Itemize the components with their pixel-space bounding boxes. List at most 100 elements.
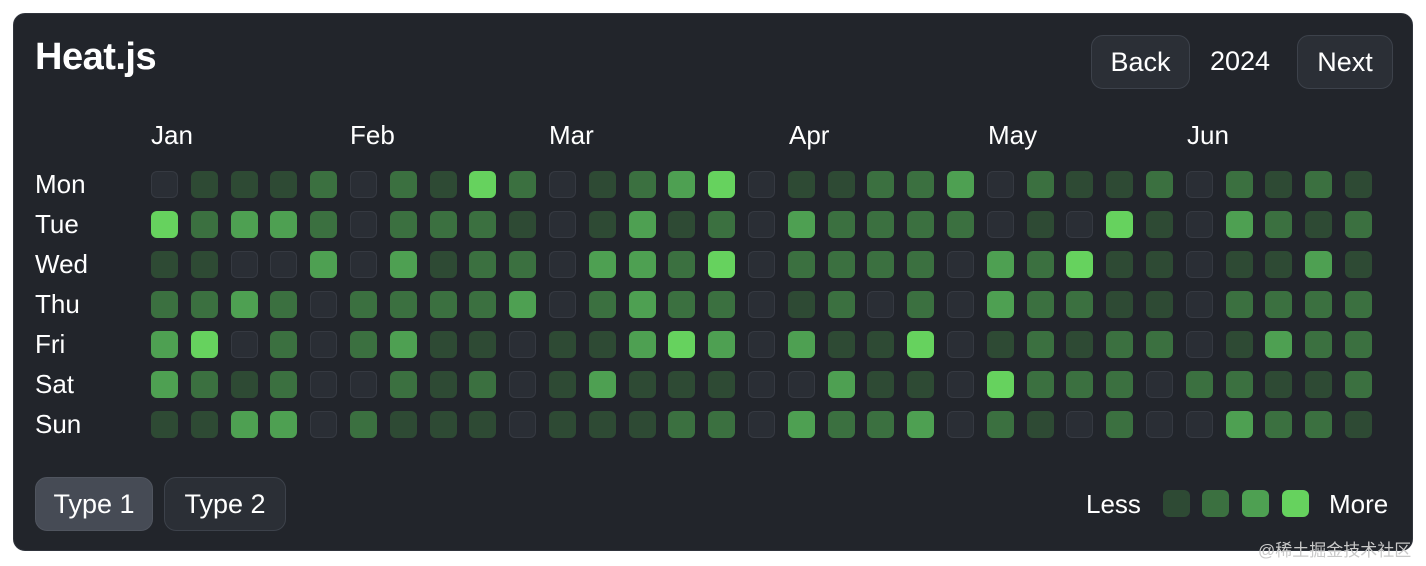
heatmap-cell[interactable] bbox=[748, 411, 775, 438]
heatmap-cell[interactable] bbox=[151, 251, 178, 278]
heatmap-cell[interactable] bbox=[230, 411, 258, 438]
heatmap-cell[interactable] bbox=[429, 371, 457, 398]
heatmap-cell[interactable] bbox=[827, 371, 855, 398]
heatmap-cell[interactable] bbox=[389, 371, 417, 398]
heatmap-cell[interactable] bbox=[668, 171, 696, 198]
heatmap-cell[interactable] bbox=[469, 251, 497, 278]
heatmap-cell[interactable] bbox=[748, 171, 775, 198]
heatmap-cell[interactable] bbox=[1185, 251, 1213, 278]
heatmap-cell[interactable] bbox=[708, 291, 736, 318]
heatmap-cell[interactable] bbox=[1265, 331, 1293, 358]
heatmap-cell[interactable] bbox=[469, 291, 497, 318]
heatmap-cell[interactable] bbox=[1026, 251, 1054, 278]
heatmap-cell[interactable] bbox=[1265, 211, 1293, 238]
heatmap-cell[interactable] bbox=[1225, 331, 1253, 358]
heatmap-cell[interactable] bbox=[1185, 331, 1213, 358]
heatmap-cell[interactable] bbox=[1225, 171, 1253, 198]
heatmap-cell[interactable] bbox=[1026, 171, 1054, 198]
heatmap-cell[interactable] bbox=[986, 411, 1014, 438]
heatmap-cell[interactable] bbox=[867, 251, 895, 278]
heatmap-cell[interactable] bbox=[230, 371, 258, 398]
heatmap-cell[interactable] bbox=[469, 171, 497, 198]
heatmap-cell[interactable] bbox=[1146, 411, 1173, 438]
heatmap-cell[interactable] bbox=[1305, 331, 1333, 358]
heatmap-cell[interactable] bbox=[1305, 411, 1333, 438]
heatmap-cell[interactable] bbox=[628, 411, 656, 438]
heatmap-cell[interactable] bbox=[549, 371, 576, 398]
heatmap-cell[interactable] bbox=[1345, 291, 1372, 318]
heatmap-cell[interactable] bbox=[1345, 251, 1372, 278]
heatmap-cell[interactable] bbox=[190, 411, 218, 438]
heatmap-cell[interactable] bbox=[509, 331, 537, 358]
heatmap-cell[interactable] bbox=[986, 291, 1014, 318]
heatmap-cell[interactable] bbox=[748, 291, 775, 318]
heatmap-cell[interactable] bbox=[1305, 371, 1333, 398]
heatmap-cell[interactable] bbox=[947, 411, 974, 438]
heatmap-cell[interactable] bbox=[628, 371, 656, 398]
heatmap-cell[interactable] bbox=[1066, 251, 1094, 278]
heatmap-cell[interactable] bbox=[1066, 411, 1094, 438]
heatmap-cell[interactable] bbox=[389, 251, 417, 278]
heatmap-cell[interactable] bbox=[1146, 331, 1173, 358]
heatmap-cell[interactable] bbox=[310, 251, 338, 278]
heatmap-cell[interactable] bbox=[151, 371, 178, 398]
heatmap-cell[interactable] bbox=[708, 411, 736, 438]
heatmap-cell[interactable] bbox=[1265, 171, 1293, 198]
heatmap-cell[interactable] bbox=[429, 331, 457, 358]
heatmap-cell[interactable] bbox=[1106, 331, 1134, 358]
heatmap-cell[interactable] bbox=[787, 411, 815, 438]
heatmap-cell[interactable] bbox=[1305, 291, 1333, 318]
heatmap-cell[interactable] bbox=[787, 251, 815, 278]
heatmap-cell[interactable] bbox=[270, 331, 298, 358]
heatmap-cell[interactable] bbox=[230, 211, 258, 238]
heatmap-cell[interactable] bbox=[151, 331, 178, 358]
heatmap-cell[interactable] bbox=[827, 211, 855, 238]
heatmap-cell[interactable] bbox=[1345, 331, 1372, 358]
heatmap-cell[interactable] bbox=[708, 251, 736, 278]
heatmap-cell[interactable] bbox=[1066, 371, 1094, 398]
heatmap-cell[interactable] bbox=[350, 211, 377, 238]
heatmap-cell[interactable] bbox=[867, 411, 895, 438]
heatmap-cell[interactable] bbox=[310, 371, 338, 398]
heatmap-cell[interactable] bbox=[1225, 371, 1253, 398]
heatmap-cell[interactable] bbox=[1185, 211, 1213, 238]
heatmap-cell[interactable] bbox=[1185, 411, 1213, 438]
heatmap-cell[interactable] bbox=[230, 171, 258, 198]
heatmap-cell[interactable] bbox=[787, 211, 815, 238]
next-button[interactable]: Next bbox=[1297, 35, 1393, 89]
heatmap-cell[interactable] bbox=[947, 291, 974, 318]
heatmap-cell[interactable] bbox=[1146, 211, 1173, 238]
heatmap-cell[interactable] bbox=[986, 371, 1014, 398]
heatmap-cell[interactable] bbox=[310, 411, 338, 438]
heatmap-cell[interactable] bbox=[588, 291, 616, 318]
heatmap-cell[interactable] bbox=[1265, 291, 1293, 318]
heatmap-cell[interactable] bbox=[270, 371, 298, 398]
heatmap-cell[interactable] bbox=[429, 171, 457, 198]
heatmap-cell[interactable] bbox=[509, 291, 537, 318]
heatmap-cell[interactable] bbox=[270, 291, 298, 318]
heatmap-cell[interactable] bbox=[1106, 251, 1134, 278]
heatmap-cell[interactable] bbox=[588, 211, 616, 238]
heatmap-cell[interactable] bbox=[549, 411, 576, 438]
heatmap-cell[interactable] bbox=[588, 411, 616, 438]
heatmap-cell[interactable] bbox=[310, 291, 338, 318]
heatmap-cell[interactable] bbox=[350, 171, 377, 198]
heatmap-cell[interactable] bbox=[867, 291, 895, 318]
heatmap-cell[interactable] bbox=[1345, 171, 1372, 198]
heatmap-cell[interactable] bbox=[429, 291, 457, 318]
heatmap-cell[interactable] bbox=[787, 371, 815, 398]
heatmap-cell[interactable] bbox=[1106, 411, 1134, 438]
heatmap-cell[interactable] bbox=[628, 251, 656, 278]
heatmap-cell[interactable] bbox=[509, 171, 537, 198]
heatmap-cell[interactable] bbox=[469, 211, 497, 238]
heatmap-cell[interactable] bbox=[986, 331, 1014, 358]
heatmap-cell[interactable] bbox=[588, 251, 616, 278]
heatmap-cell[interactable] bbox=[1305, 251, 1333, 278]
heatmap-cell[interactable] bbox=[907, 171, 935, 198]
heatmap-cell[interactable] bbox=[270, 251, 298, 278]
heatmap-cell[interactable] bbox=[509, 211, 537, 238]
heatmap-cell[interactable] bbox=[1026, 331, 1054, 358]
heatmap-cell[interactable] bbox=[509, 411, 537, 438]
heatmap-cell[interactable] bbox=[708, 331, 736, 358]
heatmap-cell[interactable] bbox=[748, 331, 775, 358]
